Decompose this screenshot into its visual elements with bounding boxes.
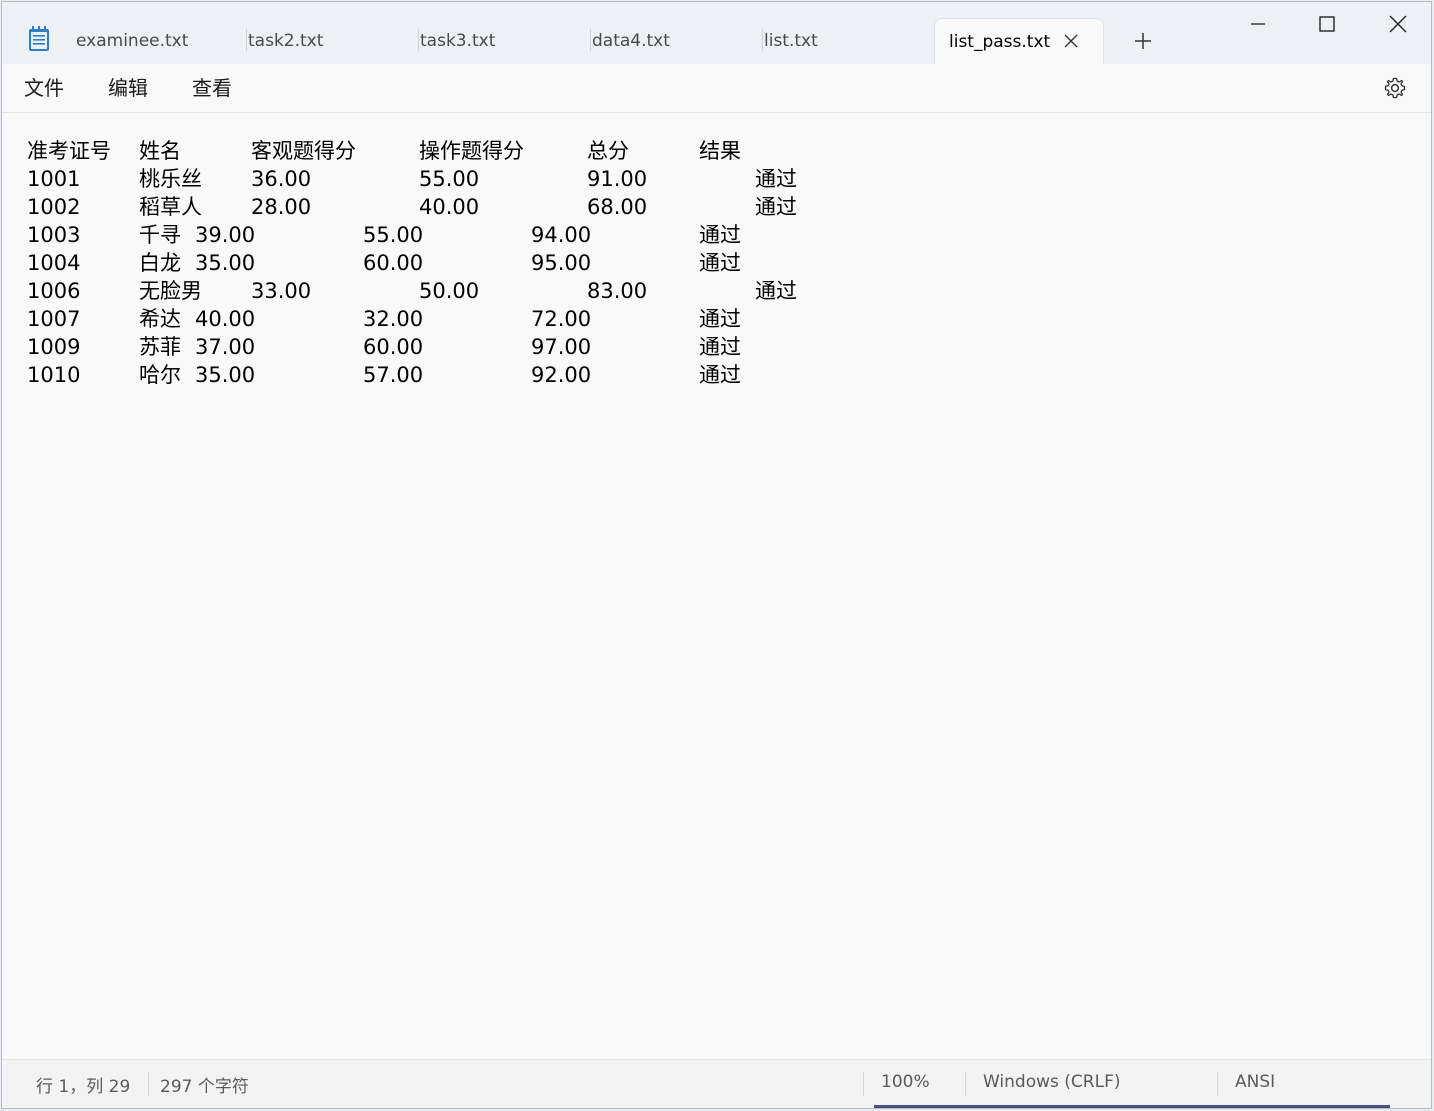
tab-label: list.txt <box>764 31 818 51</box>
close-icon <box>1389 15 1407 33</box>
header-practical: 操作题得分 <box>419 139 524 163</box>
cell-total: 83.00 <box>587 279 648 303</box>
tab-label: task2.txt <box>248 31 324 51</box>
zoom-level[interactable]: 100% <box>881 1072 930 1092</box>
cell-result: 通过 <box>755 167 797 191</box>
cell-objective: 39.00 <box>195 223 256 247</box>
cell-id: 1002 <box>27 195 81 219</box>
cell-practical: 50.00 <box>419 279 480 303</box>
cell-result: 通过 <box>755 279 797 303</box>
tab-data4[interactable]: data4.txt <box>578 18 748 64</box>
cell-practical: 60.00 <box>363 335 424 359</box>
tab-label: list_pass.txt <box>949 31 1051 52</box>
cell-objective: 37.00 <box>195 335 256 359</box>
cell-name: 白龙 <box>139 251 181 275</box>
tab-examinee[interactable]: examinee.txt <box>62 18 232 64</box>
menu-file[interactable]: 文件 <box>14 74 74 102</box>
menu-bar: 文件 编辑 查看 <box>2 64 1431 113</box>
cell-result: 通过 <box>755 195 797 219</box>
cell-practical: 32.00 <box>363 307 424 331</box>
cell-name: 哈尔 <box>139 363 181 387</box>
cell-total: 92.00 <box>531 363 592 387</box>
cursor-position: 行 1，列 29 <box>36 1077 131 1097</box>
header-objective: 客观题得分 <box>251 139 356 163</box>
maximize-button[interactable] <box>1293 2 1361 46</box>
cell-objective: 28.00 <box>251 195 312 219</box>
cell-name: 无脸男 <box>139 279 202 303</box>
character-count: 297 个字符 <box>160 1077 249 1097</box>
cell-objective: 40.00 <box>195 307 256 331</box>
cell-name: 千寻 <box>139 223 181 247</box>
gear-icon <box>1384 77 1406 99</box>
status-accent-line <box>874 1105 1390 1108</box>
status-divider <box>1217 1072 1218 1096</box>
menu-edit[interactable]: 编辑 <box>98 74 158 102</box>
tab-list-pass[interactable]: list_pass.txt <box>934 18 1104 64</box>
tab-label: examinee.txt <box>76 31 189 51</box>
cell-id: 1001 <box>27 167 81 191</box>
cell-result: 通过 <box>699 363 741 387</box>
cell-result: 通过 <box>699 251 741 275</box>
tab-list[interactable]: list.txt <box>750 18 920 64</box>
maximize-icon <box>1319 16 1335 32</box>
cell-objective: 35.00 <box>195 363 256 387</box>
cell-id: 1009 <box>27 335 81 359</box>
notepad-app-icon <box>28 26 50 52</box>
cell-name: 苏菲 <box>139 335 181 359</box>
header-id: 准考证号 <box>27 139 111 163</box>
cell-practical: 40.00 <box>419 195 480 219</box>
notepad-window: examinee.txt task2.txt task3.txt data4.t… <box>1 1 1432 1109</box>
cell-result: 通过 <box>699 223 741 247</box>
plus-icon <box>1135 33 1151 49</box>
cell-id: 1007 <box>27 307 81 331</box>
new-tab-button[interactable] <box>1126 26 1160 56</box>
cell-total: 68.00 <box>587 195 648 219</box>
cell-objective: 33.00 <box>251 279 312 303</box>
encoding[interactable]: ANSI <box>1235 1072 1275 1092</box>
cell-total: 95.00 <box>531 251 592 275</box>
status-divider <box>965 1072 966 1096</box>
minimize-icon <box>1251 23 1265 25</box>
cell-practical: 55.00 <box>419 167 480 191</box>
cell-name: 希达 <box>139 307 181 331</box>
cell-result: 通过 <box>699 307 741 331</box>
cell-practical: 57.00 <box>363 363 424 387</box>
cell-practical: 55.00 <box>363 223 424 247</box>
cell-practical: 60.00 <box>363 251 424 275</box>
close-window-button[interactable] <box>1364 2 1432 46</box>
status-bar: 行 1，列 29 297 个字符 100% Windows (CRLF) ANS… <box>2 1059 1431 1108</box>
cell-id: 1006 <box>27 279 81 303</box>
settings-button[interactable] <box>1381 74 1409 102</box>
minimize-button[interactable] <box>1224 2 1292 46</box>
cell-id: 1003 <box>27 223 81 247</box>
status-divider <box>148 1072 149 1096</box>
cell-objective: 36.00 <box>251 167 312 191</box>
cell-objective: 35.00 <box>195 251 256 275</box>
cell-id: 1004 <box>27 251 81 275</box>
status-divider <box>863 1072 864 1096</box>
cell-total: 97.00 <box>531 335 592 359</box>
menu-view[interactable]: 查看 <box>182 74 242 102</box>
header-result: 结果 <box>699 139 741 163</box>
line-ending[interactable]: Windows (CRLF) <box>983 1072 1121 1092</box>
tab-close-icon[interactable] <box>1061 31 1081 51</box>
tab-label: data4.txt <box>592 31 670 51</box>
text-editor[interactable]: 准考证号 姓名 客观题得分 操作题得分 总分 结果 1001 桃乐丝 36.00… <box>2 113 1431 1061</box>
header-name: 姓名 <box>139 139 181 163</box>
tab-label: task3.txt <box>420 31 496 51</box>
tab-task3[interactable]: task3.txt <box>406 18 576 64</box>
title-bar: examinee.txt task2.txt task3.txt data4.t… <box>2 2 1431 65</box>
cell-total: 72.00 <box>531 307 592 331</box>
cell-total: 94.00 <box>531 223 592 247</box>
tab-task2[interactable]: task2.txt <box>234 18 404 64</box>
cell-name: 稻草人 <box>139 195 202 219</box>
cell-result: 通过 <box>699 335 741 359</box>
header-total: 总分 <box>587 139 629 163</box>
cell-name: 桃乐丝 <box>139 167 202 191</box>
cell-id: 1010 <box>27 363 81 387</box>
cell-total: 91.00 <box>587 167 648 191</box>
